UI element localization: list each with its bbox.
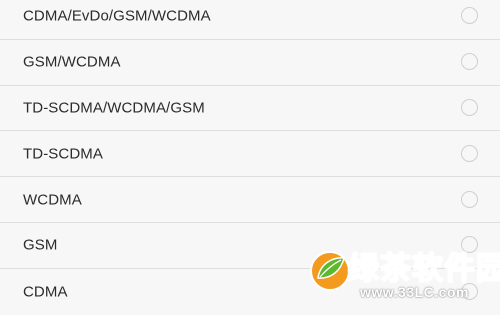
network-mode-label: GSM — [23, 236, 58, 254]
network-mode-label: TD-SCDMA/WCDMA/GSM — [23, 99, 205, 117]
network-mode-label: CDMA/EvDo/GSM/WCDMA — [23, 7, 211, 25]
network-mode-option-cdma-evdo-gsm-wcdma[interactable]: CDMA/EvDo/GSM/WCDMA — [0, 0, 500, 40]
network-mode-option-gsm[interactable]: GSM — [0, 223, 500, 269]
network-mode-label: WCDMA — [23, 191, 82, 209]
network-mode-label: CDMA — [23, 283, 68, 301]
radio-button[interactable] — [461, 98, 478, 116]
network-mode-option-cdma[interactable]: CDMA — [0, 269, 500, 315]
network-mode-option-wcdma[interactable]: WCDMA — [0, 177, 500, 223]
radio-button[interactable] — [461, 236, 478, 254]
network-mode-label: TD-SCDMA — [23, 145, 103, 163]
radio-button[interactable] — [461, 282, 478, 300]
network-mode-option-gsm-wcdma[interactable]: GSM/WCDMA — [0, 40, 500, 86]
network-mode-option-td-scdma-wcdma-gsm[interactable]: TD-SCDMA/WCDMA/GSM — [0, 86, 500, 132]
radio-button[interactable] — [461, 144, 478, 162]
network-mode-option-td-scdma[interactable]: TD-SCDMA — [0, 131, 500, 178]
radio-button[interactable] — [461, 190, 478, 208]
radio-button[interactable] — [461, 7, 478, 25]
network-mode-label: GSM/WCDMA — [23, 53, 121, 71]
network-mode-list: CDMA/EvDo/GSM/WCDMA GSM/WCDMA TD-SCDMA/W… — [0, 0, 500, 315]
radio-button[interactable] — [461, 53, 478, 71]
